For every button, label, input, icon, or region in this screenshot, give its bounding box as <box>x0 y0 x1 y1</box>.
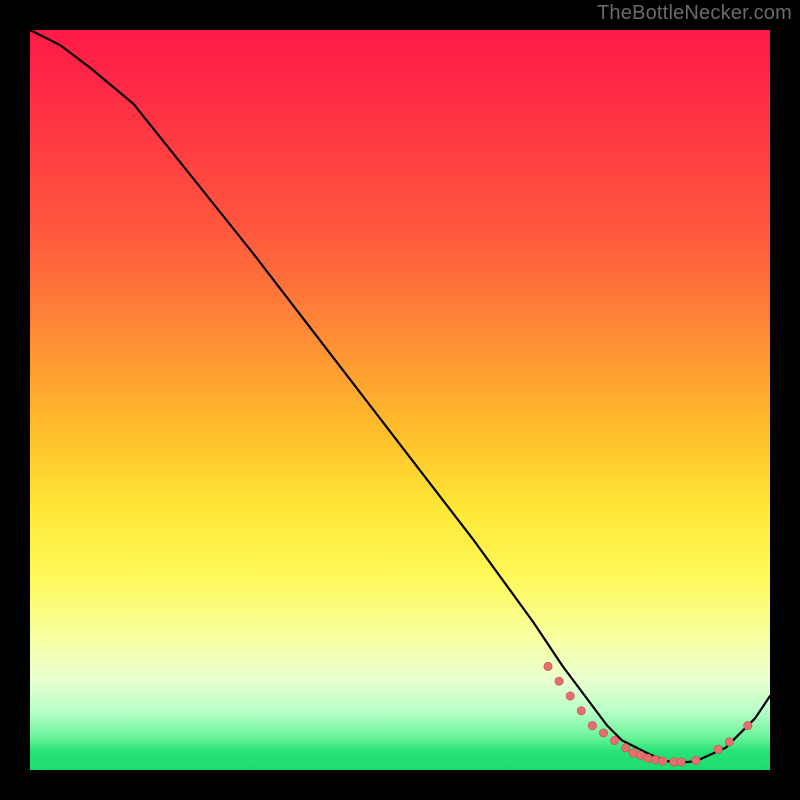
data-marker <box>566 692 574 700</box>
plot-area <box>30 30 770 770</box>
data-marker <box>599 729 607 737</box>
data-marker <box>644 754 652 762</box>
data-marker <box>629 749 637 757</box>
data-marker <box>622 744 630 752</box>
data-marker <box>588 721 596 729</box>
chart-overlay <box>30 30 770 770</box>
data-marker <box>577 707 585 715</box>
watermark-text: TheBottleNecker.com <box>597 2 792 25</box>
data-marker <box>544 662 552 670</box>
data-marker <box>651 755 659 763</box>
data-marker <box>744 721 752 729</box>
data-marker <box>659 757 667 765</box>
data-marker <box>714 745 722 753</box>
data-marker <box>677 758 685 766</box>
data-marker <box>610 736 618 744</box>
bottleneck-curve <box>30 30 770 763</box>
data-marker <box>692 756 700 764</box>
data-marker <box>555 677 563 685</box>
chart-frame: TheBottleNecker.com <box>0 0 800 800</box>
data-marker <box>725 738 733 746</box>
